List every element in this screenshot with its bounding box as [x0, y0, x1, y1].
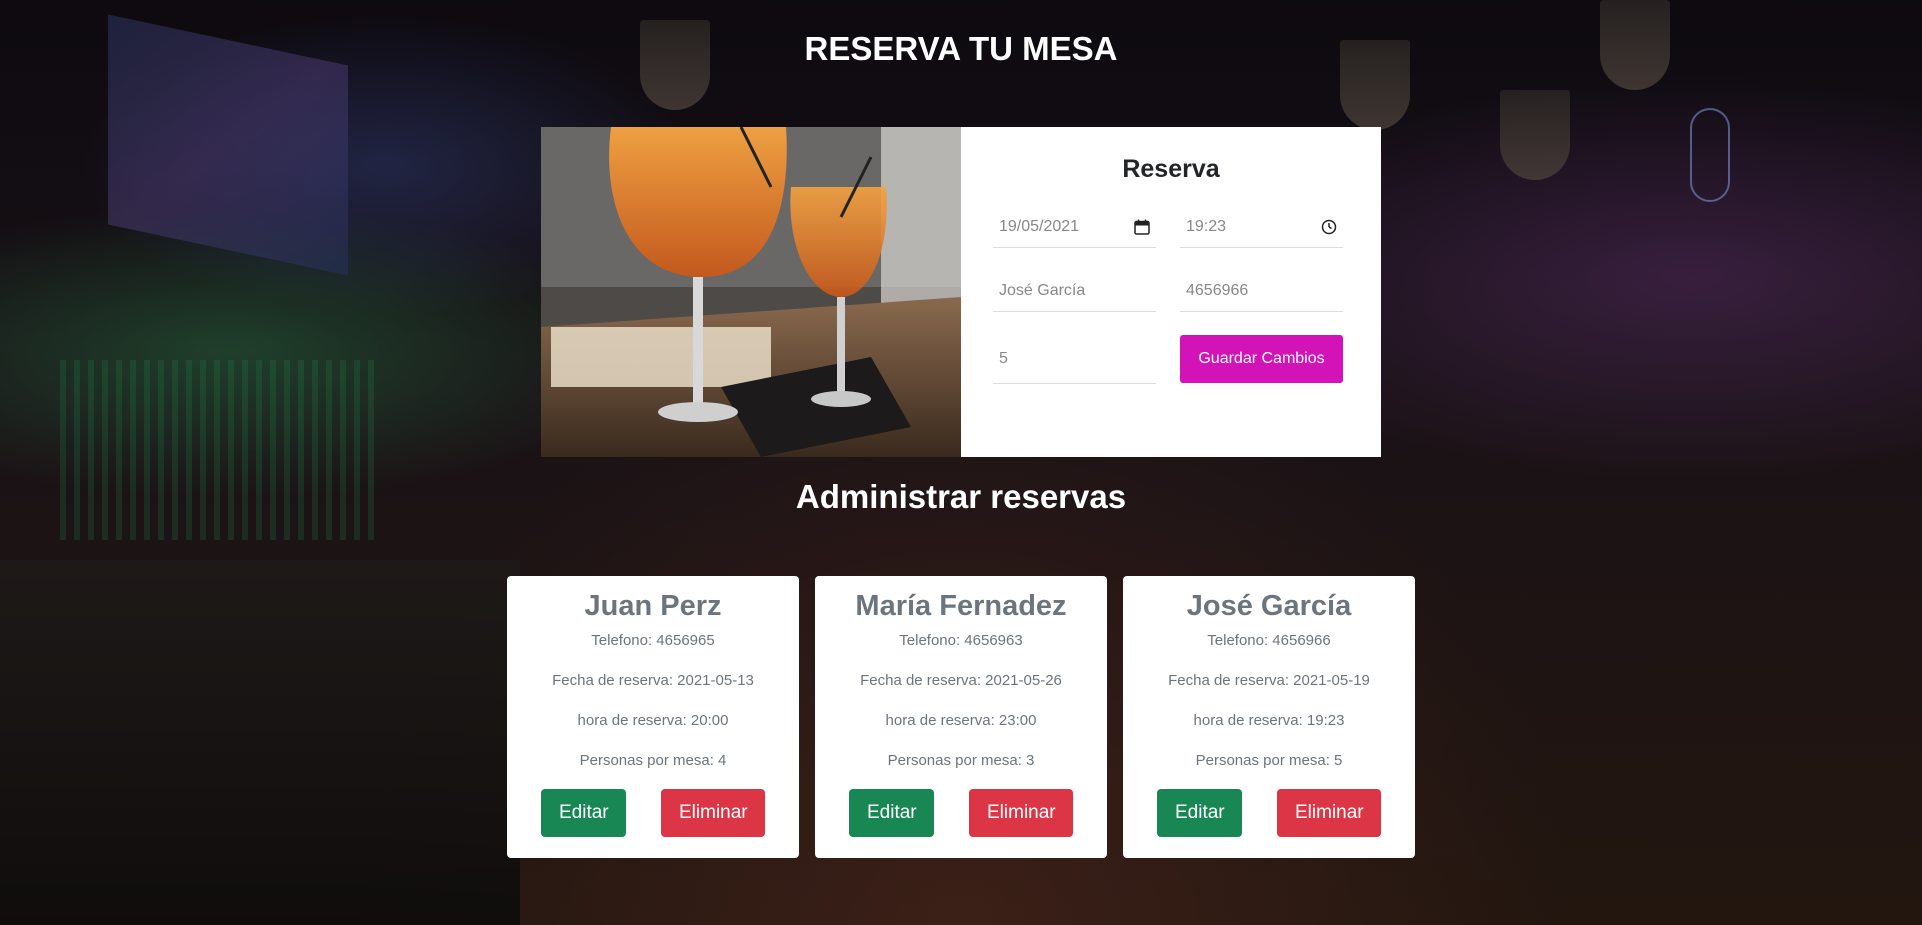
- card-date: Fecha de reserva: 2021-05-13: [552, 672, 754, 689]
- background-bar-counter: [0, 560, 520, 925]
- reservation-card: María Fernadez Telefono: 4656963 Fecha d…: [815, 576, 1107, 858]
- time-input[interactable]: [1186, 217, 1337, 236]
- phone-input[interactable]: [1186, 281, 1337, 300]
- edit-button[interactable]: Editar: [849, 789, 934, 837]
- people-input[interactable]: [999, 349, 1150, 368]
- form-grid: Guardar Cambios: [993, 206, 1349, 384]
- card-name: Juan Perz: [584, 590, 722, 622]
- reservation-form: Reserva 19/05/2021 19:23 José García 465…: [961, 127, 1381, 457]
- time-field[interactable]: [1180, 206, 1343, 248]
- card-date: Fecha de reserva: 2021-05-19: [1168, 672, 1370, 689]
- card-time: hora de reserva: 20:00: [577, 712, 729, 729]
- edit-button[interactable]: Editar: [1157, 789, 1242, 837]
- background-sign: [1690, 108, 1730, 202]
- card-actions: Editar Eliminar: [507, 789, 799, 837]
- clock-icon[interactable]: [1321, 219, 1337, 235]
- background-lamp: [1500, 90, 1570, 180]
- phone-field[interactable]: [1180, 270, 1343, 312]
- reservation-cards: Juan Perz Telefono: 4656965 Fecha de res…: [507, 576, 1415, 858]
- calendar-icon[interactable]: [1134, 219, 1150, 235]
- cocktail-illustration: [541, 127, 961, 457]
- card-people: Personas por mesa: 5: [1195, 752, 1343, 769]
- date-input[interactable]: [999, 217, 1150, 236]
- card-phone: Telefono: 4656966: [1207, 632, 1331, 649]
- admin-section-title: Administrar reservas: [795, 478, 1127, 515]
- reservation-card: José García Telefono: 4656966 Fecha de r…: [1123, 576, 1415, 858]
- save-changes-button[interactable]: Guardar Cambios: [1180, 335, 1343, 383]
- card-phone: Telefono: 4656965: [591, 632, 715, 649]
- card-name: José García: [1186, 590, 1352, 622]
- card-people: Personas por mesa: 3: [887, 752, 1035, 769]
- delete-button[interactable]: Eliminar: [661, 789, 765, 837]
- card-name: María Fernadez: [855, 590, 1067, 622]
- card-phone: Telefono: 4656963: [899, 632, 1023, 649]
- card-time: hora de reserva: 19:23: [1193, 712, 1345, 729]
- delete-button[interactable]: Eliminar: [1277, 789, 1381, 837]
- card-time: hora de reserva: 23:00: [885, 712, 1037, 729]
- form-title: Reserva: [1122, 155, 1220, 183]
- name-input[interactable]: [999, 281, 1150, 300]
- page-title: RESERVA TU MESA: [804, 30, 1118, 67]
- reservation-card: Juan Perz Telefono: 4656965 Fecha de res…: [507, 576, 799, 858]
- date-field[interactable]: [993, 206, 1156, 248]
- cocktail-photo: [541, 127, 961, 457]
- card-actions: Editar Eliminar: [1123, 789, 1415, 837]
- card-people: Personas por mesa: 4: [579, 752, 727, 769]
- name-field[interactable]: [993, 270, 1156, 312]
- edit-button[interactable]: Editar: [541, 789, 626, 837]
- people-field[interactable]: [993, 334, 1156, 384]
- card-actions: Editar Eliminar: [815, 789, 1107, 837]
- card-date: Fecha de reserva: 2021-05-26: [860, 672, 1062, 689]
- reservation-panel: Reserva 19/05/2021 19:23 José García 465…: [541, 127, 1381, 457]
- delete-button[interactable]: Eliminar: [969, 789, 1073, 837]
